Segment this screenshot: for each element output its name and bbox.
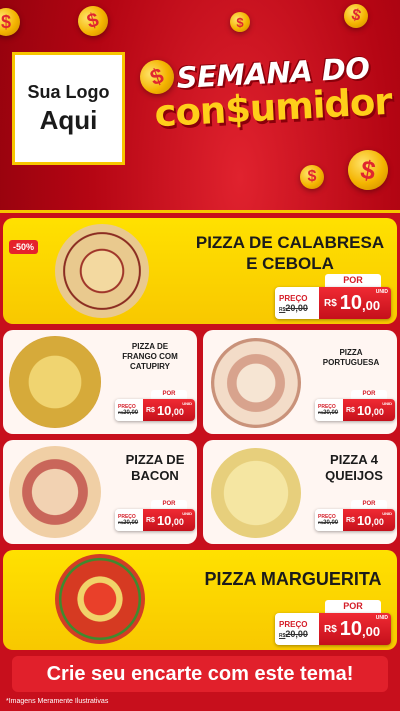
pizza-4-queijos-image	[211, 448, 301, 538]
coin-icon: $	[300, 165, 324, 189]
price-tag: POR PREÇO R$20,00 R$ 10 ,00 UNID	[275, 274, 391, 320]
product-card-frango[interactable]: PIZZA DE FRANGO COM CATUPIRY POR PREÇO R…	[3, 330, 197, 434]
price-tag: POR PREÇO R$20,00 R$ 10 ,00 UNID	[275, 600, 391, 646]
logo-line2: Aqui	[39, 104, 98, 135]
product-name: PIZZA DE FRANGO COM CATUPIRY	[122, 342, 178, 371]
disclaimer: *Imagens Meramente Ilustrativas	[6, 698, 109, 705]
featured-card-marguerita[interactable]: PIZZA MARGUERITA POR PREÇO R$20,00 R$ 10…	[3, 550, 397, 650]
price-tag: POR PREÇO R$20,00 R$ 10 ,00 UNID	[115, 390, 195, 422]
coin-icon: $	[0, 8, 20, 36]
featured-card-calabresa[interactable]: -50% PIZZA DE CALABRESA E CEBOLA POR PRE…	[3, 218, 397, 324]
pizza-frango-image	[9, 336, 101, 428]
coin-icon: $	[341, 1, 371, 31]
coin-icon: $	[74, 2, 112, 40]
product-card-4-queijos[interactable]: PIZZA 4 QUEIJOS POR PREÇO R$20,00 R$ 10 …	[203, 440, 397, 544]
product-name: PIZZA 4 QUEIJOS	[325, 452, 383, 483]
pizza-bacon-image	[9, 446, 101, 538]
coin-icon: $	[230, 12, 250, 32]
price-tag: POR PREÇO R$20,00 R$ 10 ,00 UNID	[115, 500, 195, 532]
pizza-calabresa-image	[55, 224, 149, 318]
pizza-portuguesa-image	[211, 338, 301, 428]
product-name: PIZZA DE CALABRESA E CEBOLA	[195, 233, 385, 273]
product-card-portuguesa[interactable]: PIZZA PORTUGUESA POR PREÇO R$20,00 R$ 10…	[203, 330, 397, 434]
por-label: POR	[325, 274, 381, 287]
product-name: PIZZA DE BACON	[125, 452, 185, 483]
price-tag: POR PREÇO R$20,00 R$ 10 ,00 UNID	[315, 390, 395, 422]
coin-icon: $	[344, 146, 392, 194]
product-name: PIZZA PORTUGUESA	[322, 348, 380, 367]
pizza-marguerita-image	[55, 554, 145, 644]
flyer: $ $ $ $ $ $ $ Sua Logo Aqui SEMANA DO co…	[0, 0, 400, 711]
logo-line1: Sua Logo	[27, 81, 110, 102]
headline: SEMANA DO con$umidor	[148, 51, 398, 135]
discount-badge: -50%	[9, 240, 39, 254]
product-name: PIZZA MARGUERITA	[204, 569, 382, 589]
cta-banner[interactable]: Crie seu encarte com este tema!	[12, 656, 388, 692]
price-tag: POR PREÇO R$20,00 R$ 10 ,00 UNID	[315, 500, 395, 532]
product-card-bacon[interactable]: PIZZA DE BACON POR PREÇO R$20,00 R$ 10 ,…	[3, 440, 197, 544]
logo-placeholder: Sua Logo Aqui	[12, 52, 125, 165]
